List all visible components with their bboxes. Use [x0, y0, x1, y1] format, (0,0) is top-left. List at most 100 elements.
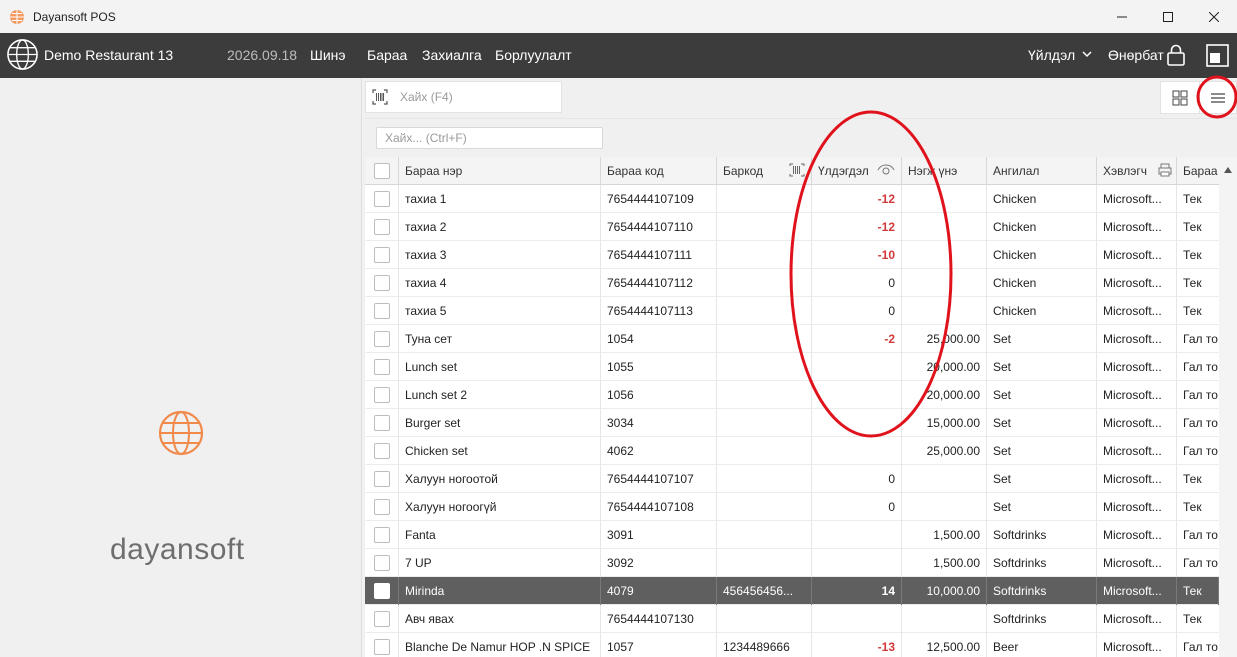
table-row[interactable]: Авч явах 7654444107130 Softdrinks Microsoft… — [365, 605, 1219, 633]
row-select-cell — [365, 409, 399, 437]
lock-icon[interactable] — [1166, 44, 1186, 66]
cell-stock: -12 — [812, 213, 902, 241]
cell-code: 1054 — [601, 325, 717, 353]
business-date: 2026.09.18 — [227, 47, 298, 63]
select-all-checkbox[interactable] — [373, 163, 390, 179]
cell-price: 1,500.00 — [902, 549, 987, 577]
table-row[interactable]: Lunch set 1055 20,000.00 Set Microsoft... Гал… — [365, 353, 1219, 381]
nav-orders[interactable]: Захиалга — [422, 47, 482, 63]
cell-name: Chicken set — [399, 437, 601, 465]
table-row[interactable]: Burger set 3034 15,000.00 Set Microsoft... Га… — [365, 409, 1219, 437]
cell-barcode — [717, 493, 812, 521]
row-checkbox[interactable] — [373, 387, 390, 403]
table-row[interactable]: тахиа 5 7654444107113 0 Chicken Microsoft...… — [365, 297, 1219, 325]
grid-view-button[interactable] — [1161, 82, 1199, 113]
column-header-stock[interactable]: Үлдэгдэл — [812, 157, 902, 185]
row-checkbox[interactable] — [373, 415, 390, 431]
table-row[interactable]: Blanche De Namur HOP .N SPICE 1057 1234489… — [365, 633, 1219, 657]
app-icon — [10, 9, 24, 24]
column-header[interactable]: Нэгж үнэ — [902, 157, 987, 185]
cell-printer: Microsoft... — [1097, 213, 1177, 241]
cell-printer: Microsoft... — [1097, 381, 1177, 409]
table-row[interactable]: 7 UP 3092 1,500.00 Softdrinks Microsoft... Га… — [365, 549, 1219, 577]
row-checkbox[interactable] — [373, 303, 390, 319]
column-header[interactable]: Бараа код — [601, 157, 717, 185]
close-icon — [1209, 11, 1219, 22]
row-checkbox[interactable] — [373, 555, 390, 571]
cell-barcode — [717, 549, 812, 577]
row-checkbox[interactable] — [373, 191, 390, 207]
column-header[interactable]: Бараа нэр — [399, 157, 601, 185]
minimize-button[interactable] — [1099, 0, 1145, 33]
cell-printer: Microsoft... — [1097, 269, 1177, 297]
cell-printer: Microsoft... — [1097, 521, 1177, 549]
nav-products[interactable]: Бараа — [367, 47, 407, 63]
filter-input[interactable]: Хайх... (Ctrl+F) — [376, 127, 603, 149]
eye-icon[interactable] — [877, 163, 895, 177]
cell-type: Тек — [1177, 577, 1219, 605]
cell-code: 1056 — [601, 381, 717, 409]
row-checkbox[interactable] — [373, 611, 390, 627]
cell-stock — [812, 381, 902, 409]
row-checkbox[interactable] — [373, 639, 390, 655]
cell-code: 4062 — [601, 437, 717, 465]
table-row[interactable]: Fanta 3091 1,500.00 Softdrinks Microsoft... Г… — [365, 521, 1219, 549]
column-header-barcode[interactable]: Баркод — [717, 157, 812, 185]
column-header[interactable]: Бараа — [1177, 157, 1219, 185]
app-header: Demo Restaurant 13 2026.09.18 Шинэ Бараа… — [0, 33, 1237, 78]
cell-stock: 0 — [812, 493, 902, 521]
list-view-button[interactable] — [1198, 82, 1237, 113]
panel-toggle-icon[interactable] — [1206, 44, 1229, 67]
table-row[interactable]: Туна сет 1054 -2 25,000.00 Set Microsoft... Га… — [365, 325, 1219, 353]
globe-logo-icon[interactable] — [6, 38, 39, 71]
cell-type: Гал то — [1183, 416, 1218, 430]
cell-code: 7654444107110 — [601, 213, 717, 241]
table-row[interactable]: тахиа 3 7654444107111 -10 Chicken Microsoft.… — [365, 241, 1219, 269]
table-row[interactable]: тахиа 4 7654444107112 0 Chicken Microsoft...… — [365, 269, 1219, 297]
row-checkbox[interactable] — [373, 359, 390, 375]
chevron-down-icon[interactable] — [1082, 49, 1092, 59]
row-select-cell — [365, 521, 399, 549]
cell-name: Lunch set 2 — [399, 381, 601, 409]
row-checkbox[interactable] — [373, 527, 390, 543]
product-search[interactable]: Хайх (F4) — [365, 81, 562, 113]
scroll-up-icon[interactable] — [1224, 167, 1232, 173]
maximize-button[interactable] — [1145, 0, 1191, 33]
nav-sales[interactable]: Борлуулалт — [495, 47, 572, 63]
table-row[interactable]: Chicken set 4062 25,000.00 Set Microsoft... Г… — [365, 437, 1219, 465]
nav-new[interactable]: Шинэ — [310, 47, 346, 63]
column-header-printer[interactable]: Хэвлэгч — [1097, 157, 1177, 185]
cell-category: Softdrinks — [987, 521, 1097, 549]
column-header[interactable]: Ангилал — [987, 157, 1097, 185]
row-checkbox[interactable] — [373, 443, 390, 459]
table-row[interactable]: Mirinda 4079 456456456... 14 10,000.00 Softdr… — [365, 577, 1219, 605]
table-row[interactable]: Халуун ногоотой 7654444107107 0 Set Microsof… — [365, 465, 1219, 493]
row-checkbox[interactable] — [373, 247, 390, 263]
cell-category: Beer — [987, 633, 1097, 657]
actions-menu[interactable]: Үйлдэл — [1028, 47, 1075, 63]
cell-barcode — [717, 241, 812, 269]
row-checkbox[interactable] — [373, 583, 390, 599]
table-row[interactable]: тахиа 1 7654444107109 -12 Chicken Microsoft.… — [365, 185, 1219, 213]
cell-barcode — [717, 297, 812, 325]
grid-icon — [1172, 90, 1188, 105]
table-row[interactable]: Халуун ногоогүй 7654444107108 0 Set Microsof… — [365, 493, 1219, 521]
row-checkbox[interactable] — [373, 331, 390, 347]
cell-barcode — [717, 521, 812, 549]
table-row[interactable]: тахиа 2 7654444107110 -12 Chicken Microsoft.… — [365, 213, 1219, 241]
row-checkbox[interactable] — [373, 275, 390, 291]
table-row[interactable]: Lunch set 2 1056 20,000.00 Set Microsoft... Г… — [365, 381, 1219, 409]
cell-type: Тек — [1183, 220, 1202, 234]
brand-name: dayansoft — [110, 533, 245, 566]
close-button[interactable] — [1191, 0, 1237, 33]
cell-type: Гал то — [1183, 640, 1218, 654]
row-checkbox[interactable] — [373, 471, 390, 487]
row-select-cell — [365, 633, 399, 657]
row-checkbox[interactable] — [373, 219, 390, 235]
row-checkbox[interactable] — [373, 499, 390, 515]
cell-stock: 0 — [812, 269, 902, 297]
cell-name: Туна сет — [399, 325, 601, 353]
cell-code: 3034 — [601, 409, 717, 437]
vertical-scrollbar[interactable] — [1219, 157, 1237, 657]
cell-price — [902, 185, 987, 213]
